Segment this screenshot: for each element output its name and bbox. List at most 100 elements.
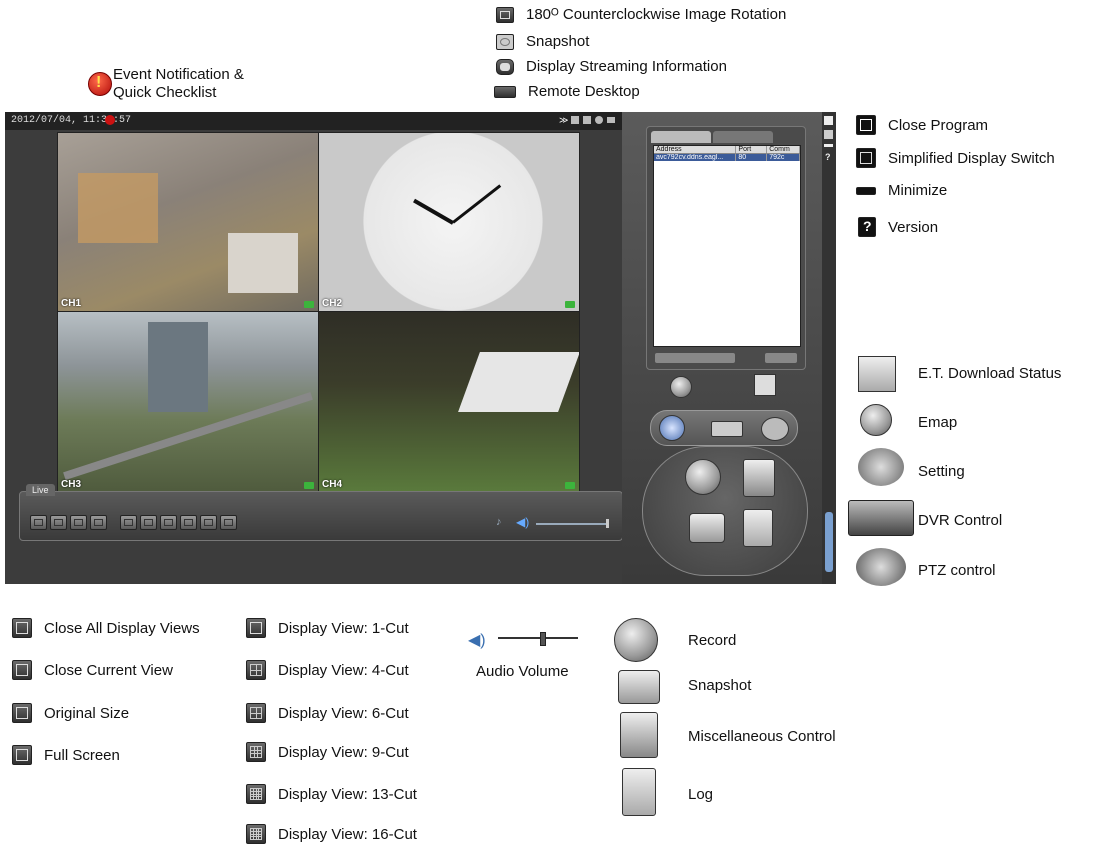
snapshot-capture-button[interactable] — [689, 513, 725, 543]
13-cut-button[interactable] — [200, 515, 217, 530]
event-notification-line1: Event Notification & — [113, 66, 244, 83]
recording-indicator-icon — [565, 301, 575, 308]
legend-close-all-views: Close All Display Views — [12, 618, 200, 638]
legend-label: Close Current View — [44, 661, 173, 679]
legend-full-screen: Full Screen — [12, 745, 120, 765]
legend-version: ? Version — [858, 217, 938, 237]
volume-slider-track[interactable] — [536, 523, 608, 525]
camera-view-ch1[interactable]: CH1 — [57, 132, 319, 312]
legend-label: DVR Control — [918, 512, 1003, 529]
minimize-icon — [856, 186, 876, 195]
1-cut-button[interactable] — [120, 515, 137, 530]
legend-label: Minimize — [888, 182, 948, 199]
mute-icon[interactable]: ♪ — [496, 516, 502, 528]
4-cut-icon — [246, 660, 266, 680]
streaming-info-button[interactable] — [583, 116, 591, 124]
legend-label: Record — [688, 632, 737, 649]
legend-label: Display View: 1-Cut — [278, 619, 409, 637]
6-cut-icon — [246, 703, 266, 723]
download-status-button[interactable] — [754, 374, 776, 396]
minimize-view-button[interactable] — [607, 117, 615, 123]
record-button[interactable] — [685, 459, 721, 495]
image-rotation-button[interactable]: ≫ — [559, 115, 568, 126]
legend-label: PTZ control — [918, 562, 996, 579]
legend-original-size: Original Size — [12, 703, 129, 723]
legend-remote-desktop: Remote Desktop — [494, 83, 640, 100]
image-rotation-icon — [496, 6, 514, 23]
close-all-views-button[interactable] — [30, 515, 47, 530]
speaker-icon: ◀) — [468, 632, 486, 649]
legend-label: Remote Desktop — [528, 83, 640, 100]
log-icon — [622, 768, 656, 816]
address-cell: avc792cv.ddns.eagl... — [654, 154, 737, 161]
legend-close-current-view: Close Current View — [12, 660, 173, 680]
address-table: Address Port Comm avc792cv.ddns.eagl... … — [653, 145, 801, 347]
legend-minimize: Minimize — [856, 182, 947, 199]
version-button[interactable]: ? — [825, 152, 831, 162]
close-current-view-button[interactable] — [50, 515, 67, 530]
table-row[interactable]: avc792cv.ddns.eagl... 80 792c — [654, 154, 800, 161]
ptz-control-tab[interactable] — [761, 417, 789, 441]
camera-view-ch4[interactable]: CH4 — [318, 311, 580, 493]
simplified-display-switch-icon — [856, 148, 876, 168]
camera-view-ch3[interactable]: CH3 — [57, 311, 319, 493]
address-action-buttons[interactable] — [655, 353, 735, 363]
legend-1-cut: Display View: 1-Cut — [246, 618, 409, 638]
dvr-control-icon — [848, 500, 914, 536]
misc-control-button[interactable] — [743, 459, 775, 497]
address-nav-buttons[interactable] — [765, 353, 797, 363]
recording-indicator-icon — [304, 301, 314, 308]
snapshot-camera-icon — [618, 670, 660, 704]
original-size-button[interactable] — [70, 515, 87, 530]
camera-view-ch2[interactable]: CH2 — [318, 132, 580, 312]
event-alert-icon[interactable] — [105, 115, 115, 125]
legend-label: Display View: 4-Cut — [278, 661, 409, 679]
remote-desktop-icon — [494, 85, 516, 98]
download-status-icon — [858, 356, 896, 392]
log-button[interactable] — [743, 509, 773, 547]
channel-label: CH4 — [322, 479, 343, 490]
remote-desktop-button[interactable] — [595, 116, 603, 124]
close-program-button[interactable] — [824, 116, 833, 125]
event-notification-label: Event Notification & Quick Checklist — [113, 66, 244, 102]
tab-other[interactable] — [713, 131, 773, 143]
recording-indicator-icon — [304, 482, 314, 489]
9-cut-button[interactable] — [180, 515, 197, 530]
4-cut-button[interactable] — [140, 515, 157, 530]
legend-label: Snapshot — [688, 677, 752, 694]
snapshot-button[interactable] — [571, 116, 579, 124]
legend-13-cut: Display View: 13-Cut — [246, 784, 417, 804]
legend-label: Version — [888, 218, 939, 236]
emap-button[interactable] — [670, 376, 692, 398]
legend-image-rotation: 180ᴼ Counterclockwise Image Rotation — [496, 6, 786, 23]
side-expand-handle[interactable] — [825, 512, 833, 572]
6-cut-button[interactable] — [160, 515, 177, 530]
9-cut-icon — [246, 742, 266, 762]
legend-streaming-info: Display Streaming Information — [496, 58, 727, 75]
setting-tab[interactable] — [659, 415, 685, 441]
dvr-control-tab[interactable] — [711, 421, 743, 437]
emap-icon — [860, 404, 892, 436]
tab-address-book[interactable] — [651, 131, 711, 143]
quick-control-dial — [642, 446, 808, 576]
minimize-button[interactable] — [824, 144, 833, 147]
event-notification-line2: Quick Checklist — [113, 84, 217, 101]
legend-label: Display View: 6-Cut — [278, 704, 409, 722]
volume-slider-handle[interactable] — [606, 519, 609, 528]
legend-16-cut: Display View: 16-Cut — [246, 824, 417, 844]
full-screen-button[interactable] — [90, 515, 107, 530]
event-notification-icon: ! — [88, 72, 112, 96]
legend-label: Close Program — [888, 116, 989, 134]
snapshot-small-icon — [496, 33, 514, 50]
legend-label: Display View: 9-Cut — [278, 743, 409, 761]
speaker-icon[interactable]: ◀) — [516, 515, 529, 529]
simplified-display-switch-button[interactable] — [824, 130, 833, 139]
misc-control-icon — [620, 712, 658, 758]
16-cut-button[interactable] — [220, 515, 237, 530]
legend-label: Full Screen — [44, 746, 120, 764]
tab-live[interactable]: Live — [26, 484, 55, 496]
1-cut-icon — [246, 618, 266, 638]
legend-9-cut: Display View: 9-Cut — [246, 742, 409, 762]
ptz-control-icon — [856, 548, 906, 586]
audio-volume-label: Audio Volume — [476, 663, 569, 680]
